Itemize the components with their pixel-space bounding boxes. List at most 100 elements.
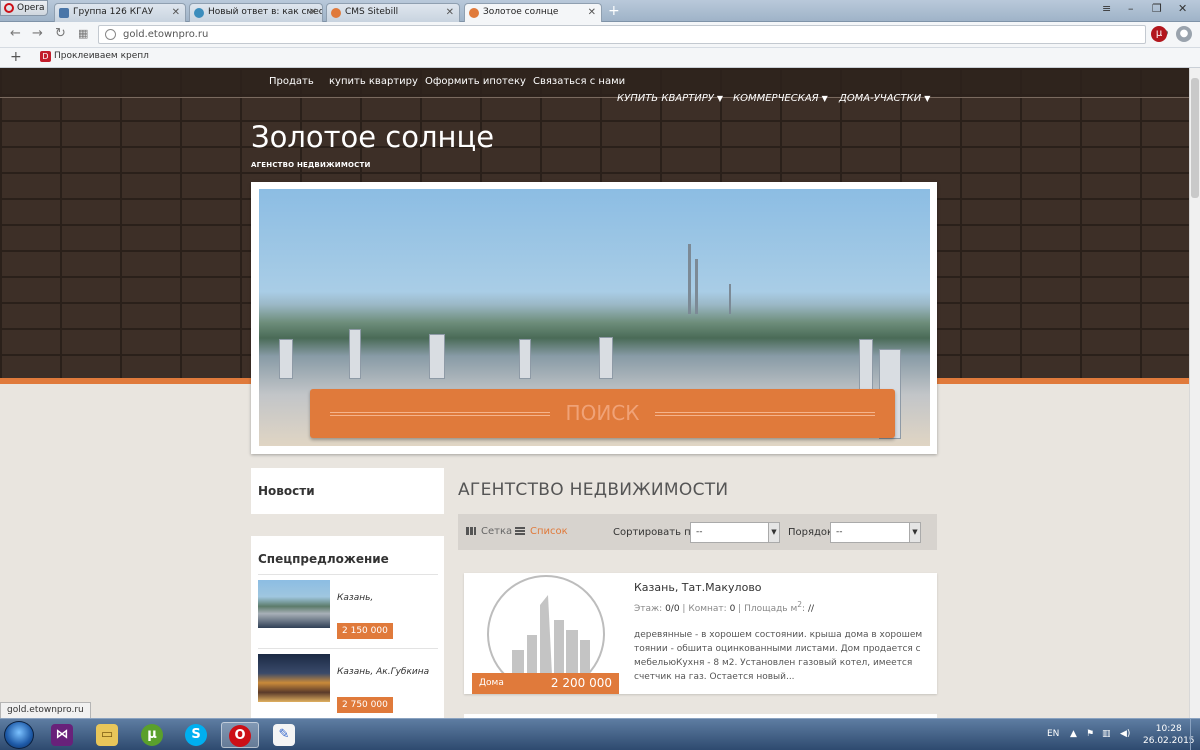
chimney [688,244,691,314]
close-window-icon[interactable]: ✕ [1178,2,1187,15]
menu-houses-plots[interactable]: ДОМА-УЧАСТКИ ▼ [839,93,930,104]
page-scrollbar[interactable] [1189,68,1200,718]
offer-thumbnail[interactable] [258,580,330,628]
nav-contact[interactable]: Связаться с нами [533,76,625,87]
chevron-down-icon: ▼ [821,94,828,103]
reload-icon[interactable]: ↻ [55,26,66,41]
forward-icon[interactable]: → [32,26,43,41]
network-icon[interactable]: ▥ [1102,729,1111,739]
section-title: АГЕНТСТВО НЕДВИЖИМОСТИ [458,480,729,500]
menu-buy-apartment[interactable]: КУПИТЬ КВАРТИРУ ▼ [617,93,723,104]
status-bar: gold.etownpro.ru [0,702,91,719]
tab-vk-group[interactable]: Группа 126 КГАУ ✕ [54,3,186,22]
visual-studio-icon: ⋈ [51,724,73,746]
taskbar-visual-studio[interactable]: ⋈ [44,722,82,748]
language-indicator[interactable]: EN [1047,729,1059,739]
nav-mortgage[interactable]: Оформить ипотеку [425,76,526,87]
bookmark-label: Проклеиваем крепл [54,51,149,61]
flag-icon[interactable]: ⚑ [1086,729,1094,739]
offer-item[interactable]: Казань, Ак.Губкина 2 750 000 [258,648,438,718]
listing-type: Дома [479,678,504,688]
browser-tab-bar: Opera Группа 126 КГАУ ✕ Новый ответ в: к… [0,0,1200,22]
rooms-value: 0 [729,604,736,614]
url-input[interactable]: gold.etownpro.ru ♥ [98,25,1169,44]
new-tab-icon[interactable]: + [608,3,620,19]
sort-value: -- [696,527,703,537]
account-icon[interactable]: ● [1176,26,1192,42]
sitebill-icon [331,8,341,18]
bookmark-item[interactable]: D Проклеиваем крепл [40,51,149,62]
offer-thumbnail[interactable] [258,654,330,702]
opera-menu-button[interactable]: Opera [0,0,48,16]
site-subtitle: АГЕНСТВО НЕДВИЖИМОСТИ [251,161,371,169]
search-button[interactable]: ПОИСК [310,389,895,438]
speed-dial-icon[interactable]: ▦ [78,27,88,40]
web-page: Продать купить квартиру Оформить ипотеку… [0,68,1189,718]
show-desktop-button[interactable] [1190,719,1200,750]
building [279,339,293,379]
vk-icon [59,8,69,18]
site-info-icon[interactable] [105,29,116,40]
taskbar-utorrent[interactable]: µ [134,722,172,748]
tray-expand-icon[interactable]: ▲ [1070,729,1077,739]
site-title[interactable]: Золотое солнце [251,120,494,154]
view-list-label: Список [530,526,568,537]
area-unit-sup: 2 [797,600,803,609]
forum-icon [194,8,204,18]
list-icon [515,527,525,535]
tab-forum[interactable]: Новый ответ в: как смести ✕ [189,3,323,22]
offer-location[interactable]: Казань, Ак.Губкина [337,667,429,677]
tab-zolotoe-solnce[interactable]: Золотое солнце ✕ [464,3,602,22]
nav-sell[interactable]: Продать [269,76,314,87]
close-tab-icon[interactable]: ✕ [172,4,180,21]
nav-buy-apartment[interactable]: купить квартиру [329,76,418,87]
order-select[interactable]: -- ▼ [830,522,921,543]
clock-time: 10:28 [1155,724,1182,734]
taskbar: ⋈ ▭ µ S O ✎ EN ▲ ⚑ ▥ ◀) 10:28 26.02.2015 [0,718,1200,750]
chevron-down-icon: ▼ [716,94,724,103]
minimize-icon[interactable]: – [1128,2,1134,15]
view-grid-toggle[interactable]: Сетка [466,526,512,537]
menu-commercial[interactable]: КОММЕРЧЕСКАЯ ▼ [733,93,828,104]
taskbar-skype[interactable]: S [178,722,216,748]
scrollbar-thumb[interactable] [1191,78,1199,198]
start-button[interactable] [4,721,34,749]
clock-date: 26.02.2015 [1143,736,1195,746]
sort-label: Сортировать по [613,527,697,538]
offer-item[interactable]: Казань, 2 150 000 [258,574,438,648]
utorrent-icon: µ [141,724,163,746]
ublock-icon[interactable]: μ [1151,26,1167,42]
sitebill-icon [469,8,479,18]
order-value: -- [836,527,843,537]
view-list-toggle[interactable]: Список [515,526,568,537]
sort-select[interactable]: -- ▼ [690,522,780,543]
building [519,339,531,379]
close-tab-icon[interactable]: ✕ [309,4,317,21]
listing-title[interactable]: Казань, Тат.Макулово [634,581,762,594]
floor-label: Этаж: [634,604,663,614]
restore-icon[interactable]: ❐ [1152,2,1162,15]
order-label: Порядок [788,527,834,538]
folder-icon: ▭ [96,724,118,746]
offer-location[interactable]: Казань, [337,593,373,603]
close-tab-icon[interactable]: ✕ [446,4,454,21]
tab-label: Группа 126 КГАУ [73,7,154,17]
special-offers-widget: Спецпредложение Казань, 2 150 000 Казань… [251,536,444,718]
system-clock[interactable]: 10:28 26.02.2015 [1143,723,1195,747]
add-bookmark-icon[interactable]: + [10,49,22,65]
listing-image[interactable]: Дома 2 200 000 [472,575,619,694]
taskbar-paint[interactable]: ✎ [266,722,304,748]
tab-cms-sitebill[interactable]: CMS Sitebill ✕ [326,3,460,22]
tab-label: Золотое солнце [483,7,559,17]
menu-label: КУПИТЬ КВАРТИРУ [617,93,714,104]
close-tab-icon[interactable]: ✕ [588,4,596,21]
news-title[interactable]: Новости [251,468,444,514]
volume-icon[interactable]: ◀) [1120,729,1130,739]
offer-price: 2 150 000 [337,623,393,639]
listing-card[interactable]: Дома 2 200 000 Казань, Тат.Макулово Этаж… [464,573,937,694]
taskbar-opera[interactable]: O [221,722,259,748]
address-bar: ← → ↻ ▦ gold.etownpro.ru ♥ μ ● [0,22,1200,48]
back-icon[interactable]: ← [10,26,21,41]
taskbar-explorer[interactable]: ▭ [89,722,127,748]
tab-menu-icon[interactable]: ≡ [1102,2,1111,15]
